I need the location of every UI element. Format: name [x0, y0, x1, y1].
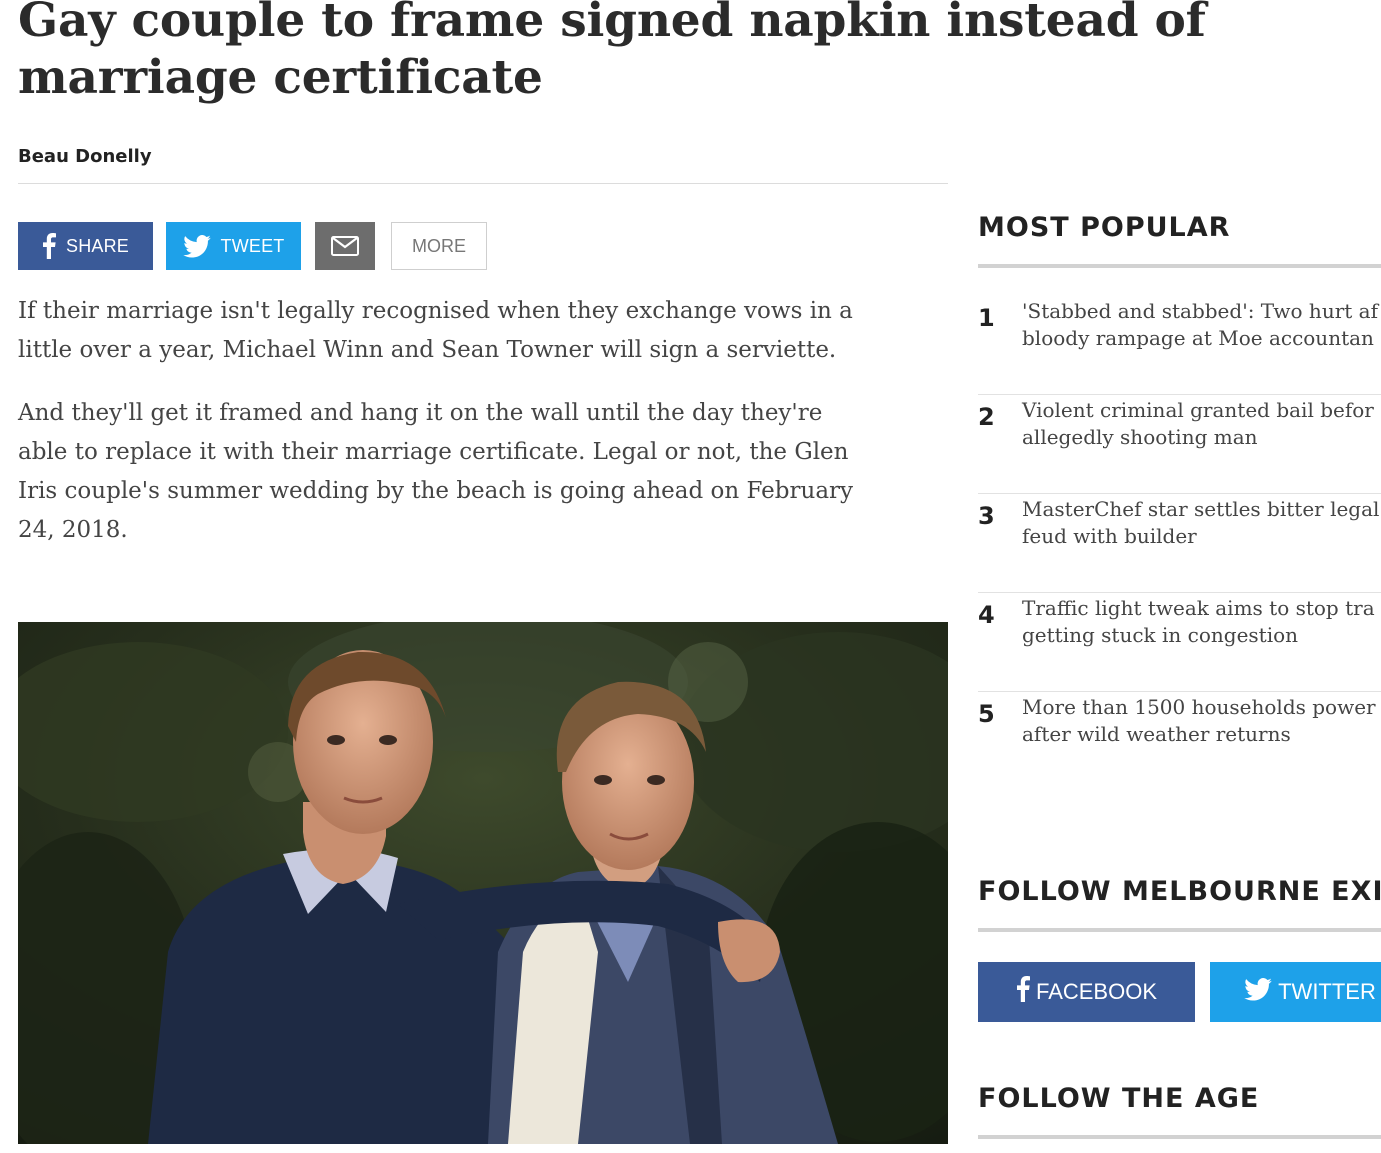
most-popular-list: 1 'Stabbed and stabbed': Two hurt af blo…: [978, 296, 1381, 791]
follow-melbourne-divider: [978, 928, 1381, 932]
rank-number: 3: [978, 502, 995, 530]
most-popular-heading: MOST POPULAR: [978, 212, 1231, 243]
popular-headline-link[interactable]: More than 1500 households power after wi…: [1022, 694, 1381, 748]
list-item[interactable]: 3 MasterChef star settles bitter legal f…: [978, 494, 1381, 593]
byline-divider: [18, 183, 948, 184]
follow-the-age-heading: FOLLOW THE AGE: [978, 1083, 1260, 1114]
article-paragraph: If their marriage isn't legally recognis…: [18, 298, 853, 363]
twitter-icon: [1244, 977, 1272, 1007]
follow-facebook-button[interactable]: FACEBOOK: [978, 962, 1195, 1022]
follow-facebook-label: FACEBOOK: [1035, 979, 1158, 1004]
twitter-icon: [182, 234, 211, 258]
list-item[interactable]: 1 'Stabbed and stabbed': Two hurt af blo…: [978, 296, 1381, 395]
article-photo: [18, 622, 948, 1144]
twitter-tweet-button[interactable]: TWEET: [166, 222, 301, 270]
popular-headline-link[interactable]: 'Stabbed and stabbed': Two hurt af blood…: [1022, 298, 1381, 352]
follow-twitter-label: TWITTER: [1278, 979, 1376, 1004]
facebook-icon: [1016, 975, 1030, 1009]
popular-headline-link[interactable]: MasterChef star settles bitter legal feu…: [1022, 496, 1381, 550]
list-item[interactable]: 4 Traffic light tweak aims to stop tra g…: [978, 593, 1381, 692]
most-popular-divider: [978, 264, 1381, 268]
article-paragraph: And they'll get it framed and hang it on…: [18, 400, 854, 543]
twitter-tweet-label: TWEET: [220, 235, 285, 256]
couple-photo-illustration: [18, 622, 948, 1144]
rank-number: 4: [978, 601, 995, 629]
more-share-button[interactable]: MORE: [391, 222, 487, 270]
author-byline[interactable]: Beau Donelly: [18, 146, 152, 167]
article-body: If their marriage isn't legally recognis…: [18, 292, 878, 574]
email-icon: [331, 236, 359, 256]
facebook-share-label: SHARE: [65, 235, 129, 256]
follow-twitter-button[interactable]: TWITTER: [1210, 962, 1381, 1022]
rank-number: 5: [978, 700, 995, 728]
email-share-button[interactable]: [315, 222, 375, 270]
facebook-share-button[interactable]: SHARE: [18, 222, 153, 270]
list-item[interactable]: 5 More than 1500 households power after …: [978, 692, 1381, 791]
rank-number: 2: [978, 403, 995, 431]
popular-headline-link[interactable]: Violent criminal granted bail befor alle…: [1022, 397, 1381, 451]
list-item[interactable]: 2 Violent criminal granted bail befor al…: [978, 395, 1381, 494]
rank-number: 1: [978, 304, 995, 332]
facebook-icon: [42, 233, 56, 259]
popular-headline-link[interactable]: Traffic light tweak aims to stop tra get…: [1022, 595, 1381, 649]
article-headline: Gay couple to frame signed napkin instea…: [18, 0, 1206, 105]
follow-melbourne-heading: FOLLOW MELBOURNE EXI: [978, 876, 1381, 907]
follow-the-age-divider: [978, 1135, 1381, 1139]
